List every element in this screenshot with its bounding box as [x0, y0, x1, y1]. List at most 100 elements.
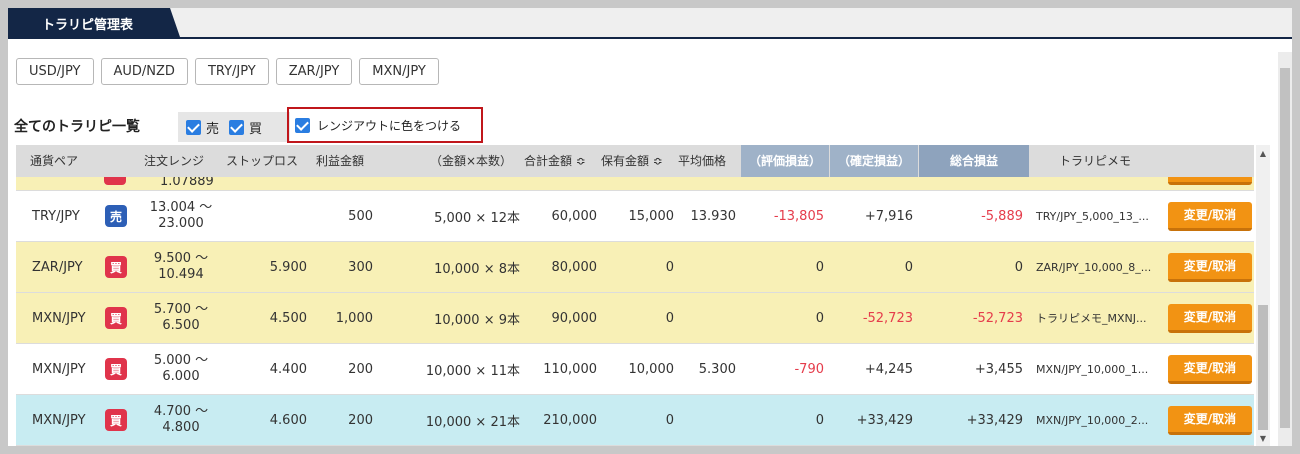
range-out-checkbox[interactable]: [295, 117, 310, 133]
col-unrealized-pl: （評価損益）: [741, 145, 829, 177]
row-realized-pl: +4,245: [864, 361, 913, 377]
row-range-bottom: 23.000: [158, 216, 204, 231]
row-pair: ZAR/JPY: [32, 259, 83, 275]
edit-cancel-button[interactable]: 変更/取消: [1168, 201, 1252, 231]
row-take-profit: 200: [348, 361, 373, 377]
edit-cancel-button[interactable]: 変更/取消: [1168, 252, 1252, 282]
row-total-pl: -52,723: [972, 310, 1023, 326]
row-unrealized-pl: 0: [815, 412, 824, 428]
buy-badge: 買: [105, 358, 127, 380]
row-holding-amount: 10,000: [628, 361, 675, 377]
row-avg-price: [678, 395, 736, 445]
edit-cancel-button[interactable]: 変更/取消: [1168, 354, 1252, 384]
pair-button-tryjpy[interactable]: TRY/JPY: [194, 58, 269, 85]
tab-bar: トラリピ管理表: [8, 8, 1292, 39]
currency-pair-buttons: USD/JPY AUD/NZD TRY/JPY ZAR/JPY MXN/JPY: [16, 58, 446, 85]
partial-row-action-button[interactable]: [1168, 177, 1252, 185]
buy-checkbox-label: 買: [249, 121, 263, 137]
row-unrealized-pl: -790: [794, 361, 824, 377]
table-row: TRY/JPY 売 13.004 〜 23.000 500 5,000 × 12本…: [16, 191, 1254, 242]
row-total-amount: 80,000: [551, 259, 598, 275]
row-amount-count: 10,000 × 8本: [434, 261, 520, 277]
table-scrollbar-thumb[interactable]: [1258, 305, 1268, 430]
col-amount-count: （金額×本数）: [430, 154, 513, 168]
pair-button-zarjpy[interactable]: ZAR/JPY: [275, 58, 353, 85]
table-row: MXN/JPY 買 4.700 〜 4.800 4.600 200 10,000 …: [16, 395, 1254, 446]
col-total-pl: 総合損益: [919, 145, 1029, 177]
buy-checkbox[interactable]: [229, 119, 245, 135]
table-scrollbar[interactable]: ▲ ▼: [1256, 145, 1270, 446]
row-range-top: 5.000 〜: [153, 353, 209, 368]
row-range-bottom: 6.000: [162, 369, 200, 384]
row-stop-loss: [226, 191, 307, 241]
partial-row-badge: [104, 177, 126, 185]
row-holding-amount: 15,000: [628, 208, 675, 224]
row-avg-price: 5.300: [698, 361, 736, 377]
row-avg-price: 13.930: [690, 208, 737, 224]
col-take-profit: 利益金額: [316, 154, 365, 168]
app-frame: トラリピ管理表 USD/JPY AUD/NZD TRY/JPY ZAR/JPY …: [8, 8, 1292, 446]
row-take-profit: 1,000: [335, 310, 373, 326]
table-row: ZAR/JPY 買 9.500 〜 10.494 5.900 300 10,000…: [16, 242, 1254, 293]
row-amount-count: 10,000 × 11本: [425, 363, 520, 379]
sell-checkbox[interactable]: [186, 119, 201, 135]
row-holding-amount: 0: [665, 259, 674, 275]
row-total-amount: 60,000: [551, 208, 598, 224]
row-holding-amount: 0: [665, 412, 674, 428]
row-total-amount: 90,000: [551, 310, 598, 326]
row-range-bottom: 10.494: [158, 267, 204, 282]
page-scrollbar-thumb[interactable]: [1280, 68, 1290, 428]
col-stop-loss: ストップロス: [226, 154, 299, 168]
row-range-top: 4.700 〜: [153, 404, 209, 419]
row-memo: MXN/JPY_10,000_1...: [1036, 362, 1149, 376]
row-unrealized-pl: 0: [815, 310, 824, 326]
pair-button-usdjpy[interactable]: USD/JPY: [16, 58, 94, 85]
pair-button-mxnjpy[interactable]: MXN/JPY: [359, 58, 439, 85]
trarip-table: 通貨ペア 注文レンジ ストップロス 利益金額 （金額×本数） 合計金額 ≎ 保有…: [16, 145, 1254, 446]
col-holding-amount[interactable]: 保有金額 ≎: [601, 145, 663, 177]
row-avg-price: [678, 293, 736, 343]
row-amount-count: 10,000 × 9本: [434, 312, 520, 328]
row-pair: TRY/JPY: [32, 208, 80, 224]
list-title: 全てのトラリピ一覧: [14, 119, 140, 135]
row-memo: ZAR/JPY_10,000_8_...: [1036, 260, 1152, 274]
row-total-amount: 110,000: [543, 361, 597, 377]
row-pair: MXN/JPY: [32, 412, 86, 428]
row-range-top: 5.700 〜: [153, 302, 209, 317]
row-unrealized-pl: 0: [815, 259, 824, 275]
row-unrealized-pl: -13,805: [773, 208, 824, 224]
buy-badge: 買: [105, 256, 127, 278]
side-filters: 売 買: [178, 112, 290, 142]
row-total-amount: 210,000: [543, 412, 597, 428]
table-row: MXN/JPY 買 5.700 〜 6.500 4.500 1,000 10,00…: [16, 293, 1254, 344]
row-realized-pl: +7,916: [864, 208, 913, 224]
row-stop-loss: 4.400: [269, 361, 307, 377]
tab-trarip-management[interactable]: トラリピ管理表: [8, 8, 180, 37]
sell-badge: 売: [105, 205, 127, 227]
pair-button-audnzd[interactable]: AUD/NZD: [100, 58, 188, 85]
row-take-profit: 300: [348, 259, 373, 275]
buy-badge: 買: [105, 409, 127, 431]
edit-cancel-button[interactable]: 変更/取消: [1168, 405, 1252, 435]
row-holding-amount: 0: [665, 310, 674, 326]
partial-row: 1.07889: [16, 177, 1254, 191]
row-memo: TRY/JPY_5,000_13_...: [1036, 209, 1149, 223]
page-scrollbar[interactable]: [1278, 52, 1292, 446]
edit-cancel-button[interactable]: 変更/取消: [1168, 303, 1252, 333]
scroll-down-icon[interactable]: ▼: [1256, 432, 1270, 446]
row-range-bottom: 4.800: [162, 420, 200, 435]
table-header: 通貨ペア 注文レンジ ストップロス 利益金額 （金額×本数） 合計金額 ≎ 保有…: [16, 145, 1254, 177]
buy-badge: 買: [105, 307, 127, 329]
col-realized-pl: （確定損益）: [830, 145, 918, 177]
col-total-amount[interactable]: 合計金額 ≎: [524, 145, 586, 177]
row-range-bottom: 6.500: [162, 318, 200, 333]
row-take-profit: 200: [348, 412, 373, 428]
range-out-color-option: レンジアウトに色をつける: [287, 107, 483, 143]
table-row: MXN/JPY 買 5.000 〜 6.000 4.400 200 10,000 …: [16, 344, 1254, 395]
row-memo: MXN/JPY_10,000_2...: [1036, 413, 1149, 427]
row-total-pl: 0: [1014, 259, 1023, 275]
range-out-label: レンジアウトに色をつける: [317, 118, 462, 133]
row-avg-price: [678, 242, 736, 292]
scroll-up-icon[interactable]: ▲: [1256, 147, 1270, 161]
row-amount-count: 5,000 × 12本: [434, 210, 520, 226]
